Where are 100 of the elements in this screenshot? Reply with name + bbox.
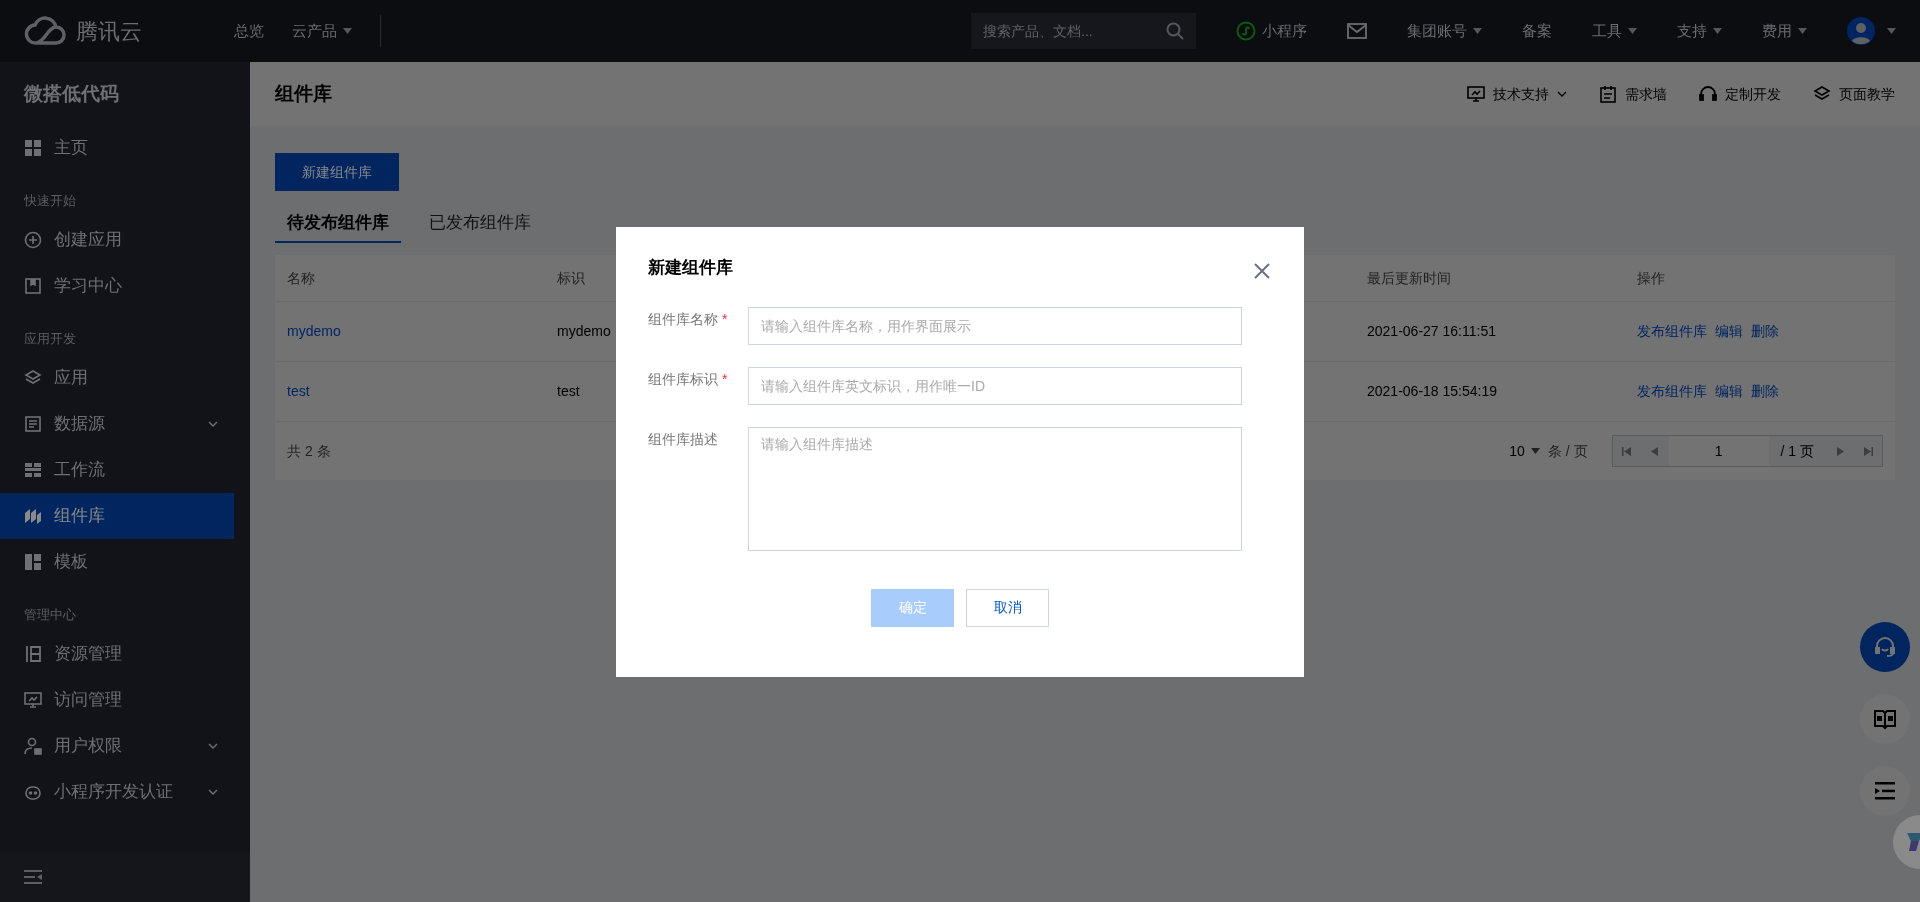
column-header: 名称 — [287, 269, 315, 286]
mail-button[interactable] — [1347, 23, 1367, 39]
table-cell: mydemo — [557, 323, 611, 339]
page-size-select[interactable]: 10 — [1509, 440, 1540, 462]
book-icon — [24, 276, 42, 295]
sidebar-item[interactable]: 主页 — [0, 124, 234, 171]
required-mark: * — [722, 309, 728, 329]
row-action-link[interactable]: 删除 — [1751, 381, 1779, 402]
headset-icon — [1699, 85, 1717, 103]
search-icon[interactable] — [1166, 22, 1184, 40]
field-label: 组件库标识 — [648, 369, 718, 389]
column-header: 标识 — [557, 269, 585, 286]
sidebar-item[interactable]: 工作流 — [0, 446, 234, 493]
collapse-icon[interactable] — [24, 869, 42, 885]
description-field[interactable]: 请输入组件库描述 — [748, 426, 1242, 551]
chevron-icon — [208, 788, 218, 795]
tab[interactable]: 已发布组件库 — [417, 205, 543, 243]
user-icon — [24, 736, 42, 755]
sidebar-item[interactable]: 访问管理 — [0, 676, 234, 723]
sidebar-item[interactable]: 小程序开发认证 — [0, 768, 234, 815]
grid-icon — [24, 138, 42, 157]
clipboard-icon — [1599, 85, 1617, 103]
caret-icon — [1530, 448, 1540, 454]
tab[interactable]: 待发布组件库 — [275, 205, 401, 243]
name-link[interactable]: test — [287, 383, 310, 399]
mini-program-link[interactable]: 小程序 — [1236, 19, 1307, 43]
caret-icon — [1798, 28, 1807, 34]
topbar-nav-link[interactable]: 云产品 — [292, 19, 352, 43]
topbar-link[interactable]: 集团账号 — [1407, 19, 1482, 43]
sidebar-item[interactable]: 应用 — [0, 354, 234, 401]
list-icon — [24, 414, 42, 433]
required-mark: * — [722, 369, 728, 389]
field-label: 组件库描述 — [648, 429, 718, 449]
row-action-link[interactable]: 发布组件库 — [1637, 321, 1707, 342]
blocks-icon — [24, 506, 42, 525]
sidebar-title: 微搭低代码 — [22, 82, 120, 106]
first-page-icon — [1622, 446, 1632, 456]
sidebar-section-heading: 快速开始 — [24, 192, 76, 210]
page-size-unit: 条 / 页 — [1547, 441, 1588, 461]
total-count: 共 2 条 — [287, 441, 331, 461]
input-field[interactable]: 请输入组件库英文标识，用作唯一ID — [748, 366, 1242, 405]
monitor-icon — [1467, 85, 1485, 103]
page-total: / 1 页 — [1779, 441, 1815, 461]
monitor-icon — [24, 690, 42, 709]
column-header: 操作 — [1637, 269, 1665, 286]
row-action-link[interactable]: 发布组件库 — [1637, 381, 1707, 402]
brand-name: 腾讯云 — [76, 17, 142, 46]
chevron-icon — [208, 742, 218, 749]
template-icon — [24, 552, 42, 571]
close-button[interactable] — [1254, 263, 1270, 279]
layers-icon — [1813, 85, 1831, 103]
input-field[interactable]: 请输入组件库名称，用作界面展示 — [748, 306, 1242, 345]
account-button[interactable] — [1847, 17, 1896, 45]
sidebar-item[interactable]: 组件库 — [0, 492, 234, 539]
topbar-nav-link[interactable]: 总览 — [234, 19, 264, 43]
sidebar-item[interactable]: 模板 — [0, 538, 234, 585]
header-action-link[interactable]: 技术支持 — [1467, 83, 1567, 105]
sidebar-item[interactable]: 数据源 — [0, 400, 234, 447]
next-page-icon — [1836, 446, 1844, 456]
table-cell: 2021-06-27 16:11:51 — [1367, 323, 1496, 339]
sidebar-section-heading: 应用开发 — [24, 330, 76, 348]
resource-icon — [24, 644, 42, 663]
chevron-icon — [1557, 91, 1567, 97]
sidebar-item[interactable]: 用户权限 — [0, 722, 234, 769]
cancel-button[interactable]: 取消 — [966, 588, 1049, 627]
row-action-link[interactable]: 删除 — [1751, 321, 1779, 342]
caret-icon — [1887, 28, 1896, 34]
caret-icon — [1713, 28, 1722, 34]
new-library-button[interactable]: 新建组件库 — [275, 153, 399, 191]
table-cell: 2021-06-18 15:54:19 — [1367, 383, 1497, 399]
name-link[interactable]: mydemo — [287, 323, 341, 339]
book-icon — [1873, 708, 1897, 730]
previous-page-icon — [1651, 446, 1659, 456]
mini-program-icon — [1236, 21, 1256, 41]
header-action-link[interactable]: 定制开发 — [1699, 83, 1781, 105]
topbar-link[interactable]: 工具 — [1592, 19, 1637, 43]
dialog-title: 新建组件库 — [648, 257, 733, 279]
header-action-link[interactable]: 页面教学 — [1813, 83, 1895, 105]
sidebar-item[interactable]: 学习中心 — [0, 262, 234, 309]
last-page-icon — [1863, 446, 1873, 456]
field-label: 组件库名称 — [648, 309, 718, 329]
table-cell: test — [557, 383, 580, 399]
page-title: 组件库 — [275, 81, 333, 106]
sidebar-item[interactable]: 创建应用 — [0, 216, 234, 263]
plus-circle-icon — [24, 230, 42, 249]
header-action-link[interactable]: 需求墙 — [1599, 83, 1667, 105]
topbar-link[interactable]: 备案 — [1522, 19, 1552, 43]
layers-icon — [24, 368, 42, 387]
row-action-link[interactable]: 编辑 — [1715, 381, 1743, 402]
caret-icon — [1473, 28, 1482, 34]
sidebar-item[interactable]: 资源管理 — [0, 630, 234, 677]
page-input[interactable]: 1 — [1668, 436, 1769, 466]
caret-icon — [1628, 28, 1637, 34]
topbar-link[interactable]: 支持 — [1677, 19, 1722, 43]
floating-button[interactable] — [1860, 622, 1910, 672]
topbar-link[interactable]: 费用 — [1762, 19, 1807, 43]
cloud-logo-icon — [24, 15, 68, 47]
avatar-icon — [1847, 17, 1875, 45]
search-field[interactable]: 搜索产品、文档... — [971, 13, 1196, 49]
row-action-link[interactable]: 编辑 — [1715, 321, 1743, 342]
